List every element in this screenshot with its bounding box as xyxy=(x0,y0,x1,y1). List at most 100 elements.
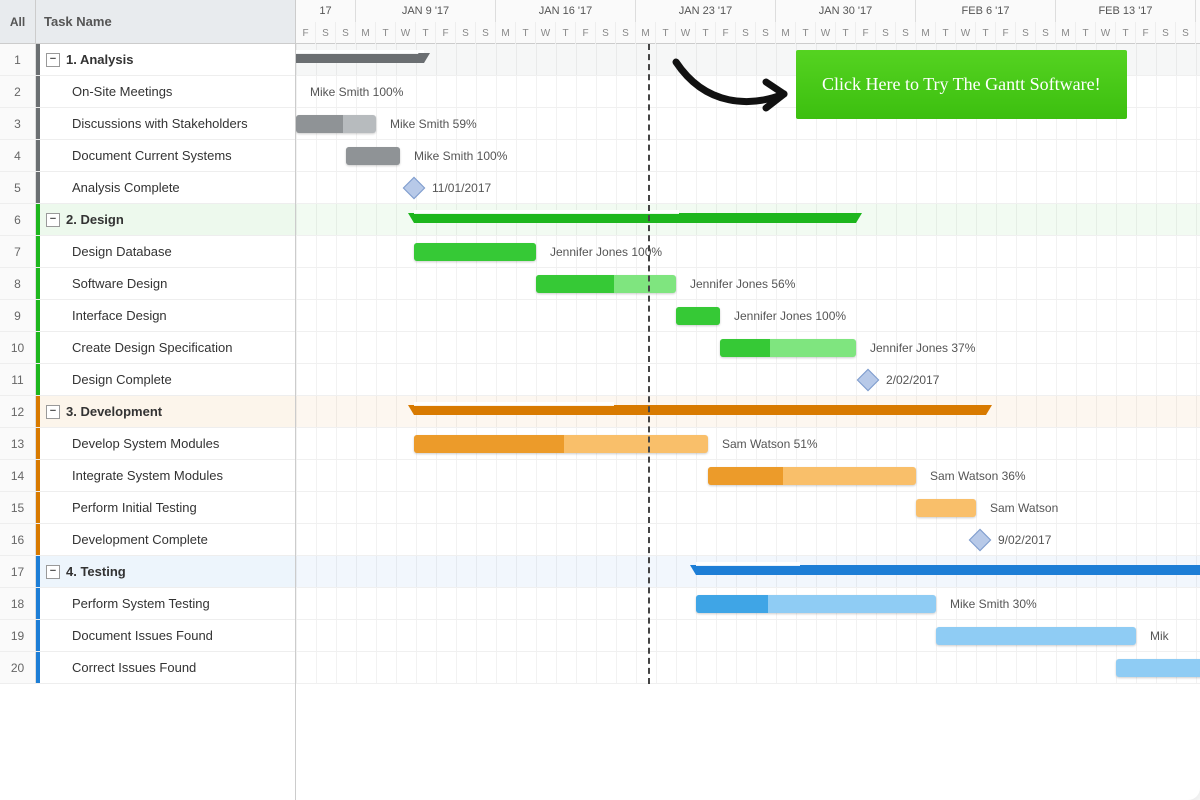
timeline-row[interactable]: Sam Watson xyxy=(296,492,1200,524)
timeline-day: F xyxy=(1136,22,1156,44)
timeline-row[interactable]: Mike Smith 100% xyxy=(296,140,1200,172)
task-name-cell[interactable]: Software Design xyxy=(40,268,295,299)
timeline-row[interactable]: Sam Watson 51% xyxy=(296,428,1200,460)
task-name-cell[interactable]: −1. Analysis xyxy=(40,44,295,75)
task-number: 5 xyxy=(0,172,36,203)
timeline-row[interactable]: Sam Watson 36% xyxy=(296,460,1200,492)
task-name-cell[interactable]: Create Design Specification xyxy=(40,332,295,363)
task-number: 6 xyxy=(0,204,36,235)
timeline-row[interactable]: Jennifer Jones 56% xyxy=(296,268,1200,300)
task-name-cell[interactable]: Design Database xyxy=(40,236,295,267)
timeline-day: T xyxy=(936,22,956,44)
task-bar[interactable] xyxy=(696,595,936,613)
task-name-cell[interactable]: Discussions with Stakeholders xyxy=(40,108,295,139)
bar-label: Sam Watson 51% xyxy=(722,428,818,460)
bar-label: Jennifer Jones 100% xyxy=(550,236,662,268)
task-bar[interactable] xyxy=(916,499,976,517)
task-row[interactable]: 4Document Current Systems xyxy=(0,140,295,172)
timeline-row[interactable] xyxy=(296,204,1200,236)
task-name-cell[interactable]: −2. Design xyxy=(40,204,295,235)
task-name-cell[interactable]: Document Issues Found xyxy=(40,620,295,651)
collapse-icon[interactable]: − xyxy=(46,213,60,227)
task-number: 7 xyxy=(0,236,36,267)
task-group-row[interactable]: 1−1. Analysis xyxy=(0,44,295,76)
timeline-day: T xyxy=(516,22,536,44)
task-name-cell[interactable]: Develop System Modules xyxy=(40,428,295,459)
task-row[interactable]: 7Design Database xyxy=(0,236,295,268)
collapse-icon[interactable]: − xyxy=(46,53,60,67)
timeline-row[interactable]: Jennifer Jones 100% xyxy=(296,236,1200,268)
task-group-row[interactable]: 17−4. Testing xyxy=(0,556,295,588)
task-name-cell[interactable]: −4. Testing xyxy=(40,556,295,587)
timeline-row[interactable]: Jennifer Jones 37% xyxy=(296,332,1200,364)
group-bar[interactable] xyxy=(414,405,986,415)
task-row[interactable]: 14Integrate System Modules xyxy=(0,460,295,492)
task-row[interactable]: 10Create Design Specification xyxy=(0,332,295,364)
bar-label: Mike Smith 59% xyxy=(390,108,477,140)
task-bar[interactable] xyxy=(936,627,1136,645)
task-group-row[interactable]: 12−3. Development xyxy=(0,396,295,428)
task-row[interactable]: 20Correct Issues Found xyxy=(0,652,295,684)
timeline-day: T xyxy=(656,22,676,44)
task-bar[interactable] xyxy=(296,115,376,133)
task-bar[interactable] xyxy=(414,243,536,261)
timeline-row[interactable]: 9/02/2017 xyxy=(296,524,1200,556)
task-row[interactable]: 19Document Issues Found xyxy=(0,620,295,652)
task-name-cell[interactable]: Perform System Testing xyxy=(40,588,295,619)
cta-button[interactable]: Click Here to Try The Gantt Software! xyxy=(796,50,1127,119)
task-name-cell[interactable]: Perform Initial Testing xyxy=(40,492,295,523)
task-name-label: Analysis Complete xyxy=(72,180,180,195)
task-row[interactable]: 11Design Complete xyxy=(0,364,295,396)
task-name-cell[interactable]: Integrate System Modules xyxy=(40,460,295,491)
milestone-icon[interactable] xyxy=(857,369,880,392)
task-row[interactable]: 15Perform Initial Testing xyxy=(0,492,295,524)
task-row[interactable]: 13Develop System Modules xyxy=(0,428,295,460)
timeline-row[interactable]: Mik xyxy=(296,620,1200,652)
task-name-cell[interactable]: On-Site Meetings xyxy=(40,76,295,107)
task-name-cell[interactable]: Document Current Systems xyxy=(40,140,295,171)
task-number: 16 xyxy=(0,524,36,555)
task-bar[interactable] xyxy=(536,275,676,293)
timeline-day: S xyxy=(596,22,616,44)
timeline-row[interactable] xyxy=(296,652,1200,684)
task-row[interactable]: 3Discussions with Stakeholders xyxy=(0,108,295,140)
task-name-cell[interactable]: −3. Development xyxy=(40,396,295,427)
group-bar[interactable] xyxy=(414,213,856,223)
task-row[interactable]: 16Development Complete xyxy=(0,524,295,556)
task-name-cell[interactable]: Analysis Complete xyxy=(40,172,295,203)
timeline-row[interactable]: Jennifer Jones 100% xyxy=(296,300,1200,332)
timeline-row[interactable]: 2/02/2017 xyxy=(296,364,1200,396)
task-bar[interactable] xyxy=(676,307,720,325)
milestone-icon[interactable] xyxy=(969,529,992,552)
task-number: 13 xyxy=(0,428,36,459)
timeline-day: S xyxy=(1176,22,1196,44)
task-name-cell[interactable]: Interface Design xyxy=(40,300,295,331)
task-row[interactable]: 8Software Design xyxy=(0,268,295,300)
task-row[interactable]: 5 Analysis Complete xyxy=(0,172,295,204)
task-row[interactable]: 9Interface Design xyxy=(0,300,295,332)
task-group-row[interactable]: 6−2. Design xyxy=(0,204,295,236)
timeline-row[interactable] xyxy=(296,396,1200,428)
col-all-header[interactable]: All xyxy=(0,0,36,43)
timeline-row[interactable]: 11/01/2017 xyxy=(296,172,1200,204)
task-bar[interactable] xyxy=(708,467,916,485)
timeline-row[interactable]: Mike Smith 30% xyxy=(296,588,1200,620)
task-name-cell[interactable]: Correct Issues Found xyxy=(40,652,295,683)
group-bar[interactable] xyxy=(696,565,1200,575)
task-row[interactable]: 2On-Site Meetings xyxy=(0,76,295,108)
task-bar[interactable] xyxy=(720,339,856,357)
task-bar[interactable] xyxy=(414,435,708,453)
gantt-timeline[interactable]: 17JAN 9 '17JAN 16 '17JAN 23 '17JAN 30 '1… xyxy=(296,0,1200,800)
group-bar[interactable] xyxy=(296,53,424,63)
col-taskname-header[interactable]: Task Name xyxy=(36,0,295,43)
collapse-icon[interactable]: − xyxy=(46,405,60,419)
task-row[interactable]: 18Perform System Testing xyxy=(0,588,295,620)
task-bar[interactable] xyxy=(346,147,400,165)
task-name-cell[interactable]: Design Complete xyxy=(40,364,295,395)
task-number: 9 xyxy=(0,300,36,331)
task-bar[interactable] xyxy=(1116,659,1200,677)
task-name-cell[interactable]: Development Complete xyxy=(40,524,295,555)
milestone-icon[interactable] xyxy=(403,177,426,200)
timeline-row[interactable] xyxy=(296,556,1200,588)
collapse-icon[interactable]: − xyxy=(46,565,60,579)
